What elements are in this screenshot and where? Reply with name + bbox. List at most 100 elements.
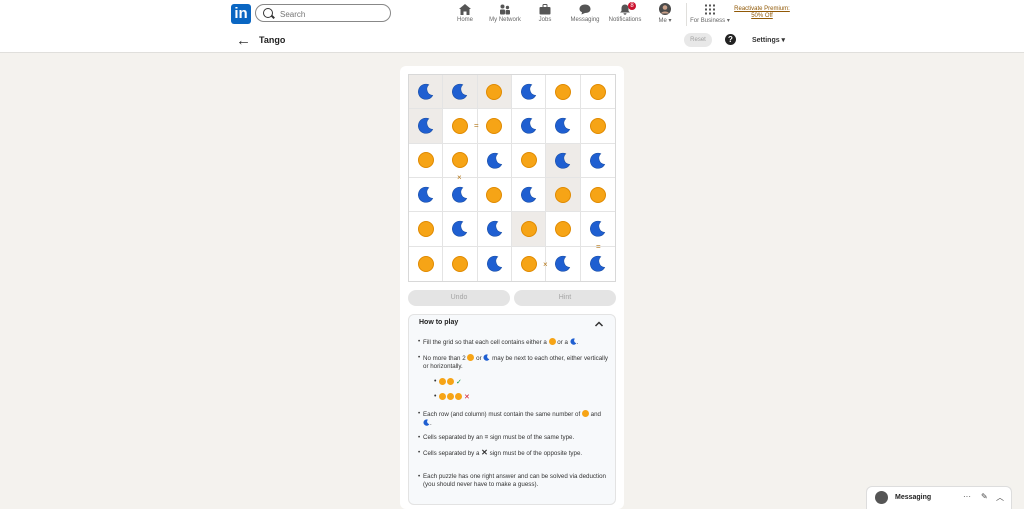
moon-icon	[521, 84, 537, 100]
sun-icon	[447, 378, 454, 385]
board-cell[interactable]	[409, 212, 444, 247]
equal-sign-icon: =	[484, 434, 489, 441]
sun-icon	[417, 255, 434, 272]
cross-sign-icon: ✕	[481, 448, 488, 457]
board-cell[interactable]	[580, 75, 615, 110]
sun-icon	[486, 83, 503, 100]
board-cell[interactable]	[409, 177, 444, 213]
equal-sign-marker: =	[596, 242, 601, 251]
moon-icon	[418, 84, 434, 100]
equal-sign-marker: =	[474, 121, 479, 130]
nav-label: Me ▾	[658, 18, 672, 24]
nav-home[interactable]: Home	[450, 0, 480, 29]
board-cell[interactable]	[546, 109, 581, 144]
board-cell[interactable]	[477, 177, 512, 213]
board-cell[interactable]	[477, 212, 512, 247]
premium-line-1: Reactivate Premium:	[734, 6, 790, 12]
sun-icon	[467, 354, 475, 361]
messaging-dock[interactable]: Messaging ··· ✎ ︿	[866, 486, 1012, 509]
sun-icon	[417, 220, 434, 237]
settings-menu[interactable]: Settings ▾	[752, 36, 785, 44]
rule-text: or	[476, 355, 482, 362]
nav-label: Home	[456, 17, 473, 23]
avatar	[659, 3, 671, 15]
rule-2: No more than 2 or may be next to each ot…	[418, 354, 608, 371]
page-title: Tango	[259, 35, 286, 45]
apps-grid-icon	[705, 4, 715, 15]
rule-1: Fill the grid so that each cell contains…	[418, 338, 608, 347]
board-cell[interactable]	[580, 109, 615, 144]
moon-icon	[570, 338, 577, 345]
board-cell[interactable]	[546, 246, 581, 281]
nav-jobs[interactable]: Jobs	[533, 0, 557, 29]
board-cell[interactable]	[409, 143, 444, 178]
nav-my-network[interactable]: My Network	[486, 0, 524, 29]
board-cell[interactable]	[512, 246, 547, 281]
chat-icon	[579, 4, 591, 15]
search-icon	[263, 8, 273, 18]
nav-messaging[interactable]: Messaging	[567, 0, 603, 29]
board-cell[interactable]	[443, 246, 478, 281]
chevron-up-icon[interactable]: ︿	[996, 492, 1004, 503]
board-cell[interactable]	[477, 109, 512, 144]
sun-icon	[451, 152, 468, 169]
board-cell[interactable]	[409, 246, 444, 281]
board-cell[interactable]	[511, 109, 547, 144]
board-cell[interactable]	[546, 143, 581, 178]
sun-icon	[451, 117, 468, 134]
linkedin-logo[interactable]: in	[231, 4, 251, 24]
sun-icon	[486, 117, 503, 134]
board-cell[interactable]	[581, 247, 615, 281]
board-cell[interactable]	[511, 75, 547, 110]
example-invalid: ✕	[434, 393, 470, 402]
moon-icon	[423, 419, 430, 426]
hint-button[interactable]: Hint	[514, 290, 616, 306]
board-cell[interactable]	[546, 75, 581, 110]
board-cell[interactable]	[409, 75, 444, 110]
board-cell[interactable]	[580, 178, 615, 213]
board-cell[interactable]	[409, 109, 444, 144]
search-box[interactable]	[255, 4, 391, 22]
sun-icon	[520, 220, 537, 237]
board-cell[interactable]	[511, 212, 547, 247]
help-icon[interactable]: ?	[725, 34, 736, 45]
how-to-play-panel: How to play Fill the grid so that each c…	[408, 314, 616, 505]
board-cell[interactable]	[478, 246, 512, 281]
messaging-label: Messaging	[895, 494, 932, 501]
moon-icon	[555, 256, 571, 272]
cross-icon: ✕	[463, 394, 470, 401]
sun-icon	[554, 83, 571, 100]
compose-icon[interactable]: ✎	[981, 492, 988, 501]
reactivate-premium-link[interactable]: Reactivate Premium: 50% Off	[733, 6, 791, 20]
moon-icon	[452, 84, 468, 100]
undo-button[interactable]: Undo	[408, 290, 510, 306]
nav-for-business[interactable]: For Business ▾	[690, 0, 730, 29]
sun-icon	[520, 152, 537, 169]
sun-icon	[417, 152, 434, 169]
board-cell[interactable]	[511, 177, 547, 213]
board-cell[interactable]	[443, 109, 478, 144]
nav-label: My Network	[489, 17, 521, 23]
board-cell[interactable]	[580, 144, 615, 178]
chevron-up-icon[interactable]	[594, 319, 604, 329]
moon-icon	[483, 354, 490, 361]
board-cell[interactable]	[477, 75, 512, 110]
board-cell[interactable]	[546, 212, 581, 247]
board-cell[interactable]	[443, 177, 478, 213]
board-cell[interactable]	[443, 75, 478, 110]
nav-me[interactable]: Me ▾	[652, 0, 678, 29]
board-cell[interactable]	[443, 212, 478, 247]
rule-text: Cells separated by an	[423, 434, 483, 441]
avatar	[875, 491, 888, 504]
board-cell[interactable]	[546, 177, 581, 213]
sun-icon	[589, 83, 606, 100]
board-cell[interactable]	[477, 143, 512, 178]
reset-button[interactable]: Reset	[684, 33, 712, 47]
moon-icon	[452, 221, 468, 238]
more-options-icon[interactable]: ···	[963, 492, 971, 501]
back-arrow-icon[interactable]: ←	[236, 32, 251, 49]
moon-icon	[521, 118, 537, 135]
board-cell[interactable]	[511, 143, 547, 178]
search-input[interactable]	[278, 6, 387, 22]
nav-notifications[interactable]: 8 Notifications	[606, 0, 644, 29]
